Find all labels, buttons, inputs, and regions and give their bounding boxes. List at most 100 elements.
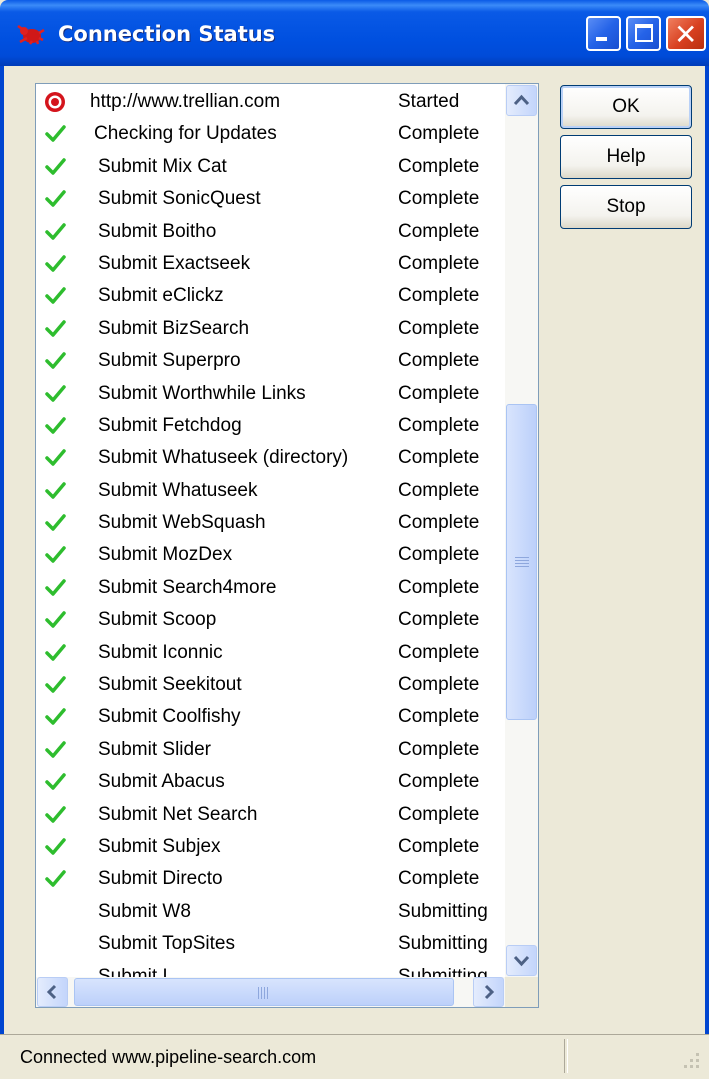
item-status: Complete	[398, 706, 480, 728]
item-status: Complete	[398, 868, 480, 890]
list-item[interactable]: Submit Mix Cat Complete	[36, 151, 506, 183]
vertical-scrollbar[interactable]	[505, 84, 538, 977]
resize-grip-icon[interactable]	[678, 1047, 702, 1071]
connection-list[interactable]: http://www.trellian.com Started Checking f…	[35, 83, 539, 1008]
horizontal-scroll-thumb[interactable]	[74, 978, 454, 1006]
list-item[interactable]: Submit Iconnic Complete	[36, 637, 506, 669]
thumb-grip-line	[264, 987, 265, 999]
item-status: Complete	[398, 382, 480, 404]
list-item[interactable]: Submit Boitho Complete	[36, 216, 506, 248]
item-status: Complete	[398, 350, 480, 372]
item-name: Submit Iconnic	[98, 641, 223, 663]
thumb-grip-line	[515, 563, 529, 564]
scroll-up-arrow-icon	[513, 94, 530, 106]
item-status: Complete	[398, 188, 480, 210]
list-item[interactable]: Submit Subjex Complete	[36, 831, 506, 863]
item-status: Complete	[398, 609, 480, 631]
list-item[interactable]: Submit Seekitout Complete	[36, 669, 506, 701]
item-status: Complete	[398, 771, 480, 793]
check-icon	[44, 804, 66, 826]
item-status: Complete	[398, 155, 480, 177]
check-icon	[44, 318, 66, 340]
thumb-grip-line	[258, 987, 259, 999]
check-icon	[44, 706, 66, 728]
maximize-button[interactable]	[626, 16, 661, 51]
item-status: Complete	[398, 641, 480, 663]
list-item[interactable]: Submit Whatuseek (directory) Complete	[36, 442, 506, 474]
item-name: Submit MozDex	[98, 544, 233, 566]
close-button[interactable]: ✕	[666, 16, 706, 51]
item-name: Submit WebSquash	[98, 512, 266, 534]
item-name: Submit Whatuseek (directory)	[98, 447, 349, 469]
item-status: Complete	[398, 479, 480, 501]
list-item[interactable]: Submit BizSearch Complete	[36, 313, 506, 345]
title-bar[interactable]: Connection Status ✕	[0, 0, 709, 66]
item-status: Complete	[398, 252, 480, 274]
scroll-left-arrow-icon	[46, 984, 57, 1000]
item-status: Complete	[398, 220, 480, 242]
list-item[interactable]: Submit Fetchdog Complete	[36, 410, 506, 442]
item-name: Submit Net Search	[98, 803, 258, 825]
minimize-icon	[596, 37, 607, 41]
check-icon	[44, 739, 66, 761]
scroll-down-button[interactable]	[506, 945, 537, 976]
list-item[interactable]: Submit Directo Complete	[36, 863, 506, 895]
item-name: Submit Worthwhile Links	[98, 382, 306, 404]
check-icon	[44, 285, 66, 307]
item-status: Submitting	[398, 933, 488, 955]
list-item[interactable]: Submit W8 Submitting	[36, 896, 506, 928]
item-status: Complete	[398, 123, 480, 145]
scroll-right-arrow-icon	[484, 984, 495, 1000]
scroll-left-button[interactable]	[37, 977, 68, 1007]
item-name: Submit Boitho	[98, 220, 217, 242]
list-item[interactable]: Submit Abacus Complete	[36, 766, 506, 798]
list-item[interactable]: Submit WebSquash Complete	[36, 507, 506, 539]
vertical-scroll-thumb[interactable]	[506, 404, 537, 720]
stop-button[interactable]: Stop	[560, 185, 692, 229]
list-item[interactable]: Submit eClickz Complete	[36, 280, 506, 312]
list-item[interactable]: Submit Exactseek Complete	[36, 248, 506, 280]
check-icon	[44, 512, 66, 534]
check-icon	[44, 188, 66, 210]
list-item[interactable]: Submit Whatuseek Complete	[36, 475, 506, 507]
check-icon	[44, 415, 66, 437]
list-item[interactable]: Submit Search4more Complete	[36, 572, 506, 604]
item-name: Submit TopSites	[98, 933, 235, 955]
list-item[interactable]: Submit MozDex Complete	[36, 539, 506, 571]
list-item[interactable]: Submit TopSites Submitting	[36, 928, 506, 960]
connection-rows: http://www.trellian.com Started Checking f…	[36, 86, 506, 993]
list-item[interactable]: Submit Scoop Complete	[36, 604, 506, 636]
check-icon	[44, 350, 66, 372]
scroll-up-button[interactable]	[506, 85, 537, 116]
item-name: Submit Abacus	[98, 771, 225, 793]
scroll-right-button[interactable]	[473, 977, 504, 1007]
list-item[interactable]: Submit Net Search Complete	[36, 799, 506, 831]
check-icon	[44, 221, 66, 243]
check-icon	[44, 544, 66, 566]
list-item[interactable]: Submit Superpro Complete	[36, 345, 506, 377]
item-status: Complete	[398, 835, 480, 857]
horizontal-scrollbar[interactable]	[36, 977, 505, 1007]
ok-button[interactable]: OK	[560, 85, 692, 129]
list-item[interactable]: Submit Coolfishy Complete	[36, 701, 506, 733]
check-icon	[44, 253, 66, 275]
check-icon	[44, 609, 66, 631]
check-icon	[44, 123, 66, 145]
list-item[interactable]: Submit Worthwhile Links Complete	[36, 378, 506, 410]
thumb-grip-line	[515, 557, 529, 558]
status-bar: Connected www.pipeline-search.com	[0, 1034, 709, 1079]
list-item[interactable]: http://www.trellian.com Started	[36, 86, 506, 118]
connection-status-window: Connection Status ✕ http://www.trellian.…	[0, 0, 709, 1079]
list-item[interactable]: Checking for Updates Complete	[36, 118, 506, 150]
item-name: Submit Seekitout	[98, 674, 242, 696]
item-status: Complete	[398, 803, 480, 825]
check-icon	[44, 836, 66, 858]
thumb-grip-line	[515, 566, 529, 567]
list-item[interactable]: Submit SonicQuest Complete	[36, 183, 506, 215]
minimize-button[interactable]	[586, 16, 621, 51]
list-item[interactable]: Submit Slider Complete	[36, 734, 506, 766]
help-button[interactable]: Help	[560, 135, 692, 179]
window-frame-left	[0, 66, 4, 1078]
item-status: Started	[398, 91, 460, 112]
close-icon: ✕	[674, 18, 698, 51]
